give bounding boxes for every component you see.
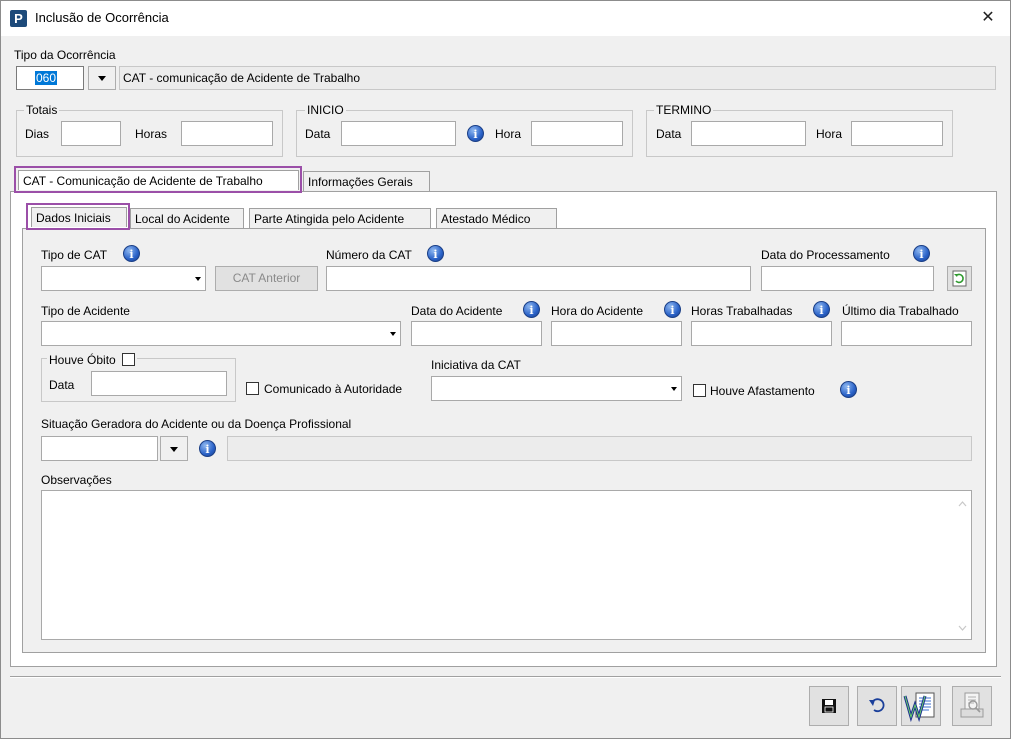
inicio-info-icon[interactable]: i bbox=[467, 125, 484, 142]
situacao-geradora-label: Situação Geradora do Acidente ou da Doen… bbox=[41, 417, 352, 431]
data-acidente-input[interactable] bbox=[411, 321, 542, 346]
termino-data-label: Data bbox=[656, 127, 682, 141]
ultimo-dia-input[interactable] bbox=[841, 321, 972, 346]
horas-input[interactable] bbox=[181, 121, 273, 146]
numero-cat-info-icon[interactable]: i bbox=[427, 245, 444, 262]
refresh-icon bbox=[952, 270, 967, 287]
tab-dados-iniciais[interactable]: Dados Iniciais bbox=[31, 207, 127, 227]
tab-cat-comunicacao[interactable]: CAT - Comunicação de Acidente de Trabalh… bbox=[18, 170, 299, 190]
hora-acidente-info-icon[interactable]: i bbox=[664, 301, 681, 318]
comunicado-autoridade-checkbox[interactable] bbox=[246, 382, 259, 395]
observacoes-scrollbar[interactable] bbox=[954, 491, 971, 639]
houve-obito-legend: Houve Óbito bbox=[47, 351, 138, 367]
situacao-geradora-dropdown-button[interactable] bbox=[160, 436, 188, 461]
dias-input[interactable] bbox=[61, 121, 121, 146]
data-processamento-info-icon[interactable]: i bbox=[913, 245, 930, 262]
houve-obito-checkbox[interactable] bbox=[122, 353, 136, 366]
hora-acidente-input[interactable] bbox=[551, 321, 682, 346]
houve-afastamento-checkbox[interactable] bbox=[693, 384, 706, 397]
bottom-separator bbox=[10, 676, 1001, 678]
totais-legend: Totais bbox=[24, 103, 60, 117]
termino-hora-label: Hora bbox=[816, 127, 843, 141]
cat-anterior-button[interactable]: CAT Anterior bbox=[215, 266, 318, 291]
situacao-geradora-description-field bbox=[227, 436, 972, 461]
houve-afastamento-info-icon[interactable]: i bbox=[840, 381, 857, 398]
tipo-cat-select[interactable] bbox=[41, 266, 206, 291]
tipo-ocorrencia-label: Tipo da Ocorrência bbox=[14, 48, 116, 62]
houve-obito-label: Houve Óbito bbox=[49, 353, 116, 367]
data-acidente-label: Data do Acidente bbox=[411, 304, 503, 318]
scrollbar-arrows bbox=[958, 501, 967, 631]
termino-data-input[interactable] bbox=[691, 121, 806, 146]
tipo-ocorrencia-code-field[interactable]: 060 bbox=[16, 66, 84, 90]
inicio-hora-input[interactable] bbox=[531, 121, 623, 146]
situacao-geradora-info-icon[interactable]: i bbox=[199, 440, 216, 457]
horas-label: Horas bbox=[135, 127, 168, 141]
window-title: Inclusão de Ocorrência bbox=[35, 10, 169, 25]
data-processamento-input[interactable] bbox=[761, 266, 934, 291]
inicio-data-input[interactable] bbox=[341, 121, 456, 146]
obito-data-label: Data bbox=[49, 378, 75, 392]
tab-parte-atingida[interactable]: Parte Atingida pelo Acidente bbox=[249, 208, 431, 228]
inicio-data-label: Data bbox=[305, 127, 331, 141]
tipo-ocorrencia-dropdown-button[interactable] bbox=[88, 66, 116, 90]
close-button[interactable]: ✕ bbox=[975, 6, 1001, 30]
refresh-button[interactable] bbox=[947, 266, 972, 291]
obito-data-input[interactable] bbox=[91, 371, 227, 396]
tipo-acidente-dropdown-arrow[interactable] bbox=[385, 322, 400, 345]
houve-afastamento-label: Houve Afastamento bbox=[710, 384, 815, 398]
tipo-acidente-label: Tipo de Acidente bbox=[41, 304, 130, 318]
termino-hora-input[interactable] bbox=[851, 121, 943, 146]
tipo-cat-label: Tipo de CAT bbox=[41, 248, 108, 262]
situacao-geradora-code-input[interactable] bbox=[41, 436, 158, 461]
save-icon bbox=[822, 699, 836, 713]
inicio-hora-label: Hora bbox=[495, 127, 522, 141]
app-icon: P bbox=[10, 10, 27, 27]
observacoes-label: Observações bbox=[41, 473, 112, 487]
horas-trabalhadas-label: Horas Trabalhadas bbox=[691, 304, 793, 318]
tipo-ocorrencia-code: 060 bbox=[35, 71, 58, 85]
horas-trabalhadas-info-icon[interactable]: i bbox=[813, 301, 830, 318]
data-processamento-label: Data do Processamento bbox=[761, 248, 890, 262]
iniciativa-cat-label: Iniciativa da CAT bbox=[431, 358, 521, 372]
print-preview-button[interactable] bbox=[952, 686, 992, 726]
termino-legend: TERMINO bbox=[654, 103, 714, 117]
iniciativa-cat-dropdown-arrow[interactable] bbox=[666, 377, 681, 400]
save-button[interactable] bbox=[809, 686, 849, 726]
tipo-cat-dropdown-arrow[interactable] bbox=[190, 267, 205, 290]
tipo-ocorrencia-description: CAT - comunicação de Acidente de Trabalh… bbox=[123, 71, 361, 85]
inicio-legend: INICIO bbox=[305, 103, 346, 117]
horas-trabalhadas-input[interactable] bbox=[691, 321, 832, 346]
tab-informacoes-gerais[interactable]: Informações Gerais bbox=[303, 171, 430, 191]
data-acidente-info-icon[interactable]: i bbox=[523, 301, 540, 318]
iniciativa-cat-select[interactable] bbox=[431, 376, 682, 401]
ultimo-dia-label: Último dia Trabalhado bbox=[842, 304, 959, 318]
observacoes-textarea[interactable] bbox=[41, 490, 972, 640]
tab-atestado-medico[interactable]: Atestado Médico bbox=[436, 208, 557, 228]
word-export-button[interactable] bbox=[901, 686, 941, 726]
tipo-acidente-select[interactable] bbox=[41, 321, 401, 346]
undo-button[interactable] bbox=[857, 686, 897, 726]
hora-acidente-label: Hora do Acidente bbox=[551, 304, 644, 318]
undo-icon bbox=[869, 698, 885, 713]
numero-cat-input[interactable] bbox=[326, 266, 751, 291]
comunicado-autoridade-label: Comunicado à Autoridade bbox=[264, 382, 403, 396]
tipo-cat-info-icon[interactable]: i bbox=[123, 245, 140, 262]
tipo-ocorrencia-description-field: CAT - comunicação de Acidente de Trabalh… bbox=[119, 66, 996, 90]
numero-cat-label: Número da CAT bbox=[326, 248, 412, 262]
word-document-icon bbox=[903, 692, 935, 723]
print-preview-icon bbox=[960, 692, 984, 718]
tab-local-acidente[interactable]: Local do Acidente bbox=[130, 208, 244, 228]
dias-label: Dias bbox=[25, 127, 50, 141]
